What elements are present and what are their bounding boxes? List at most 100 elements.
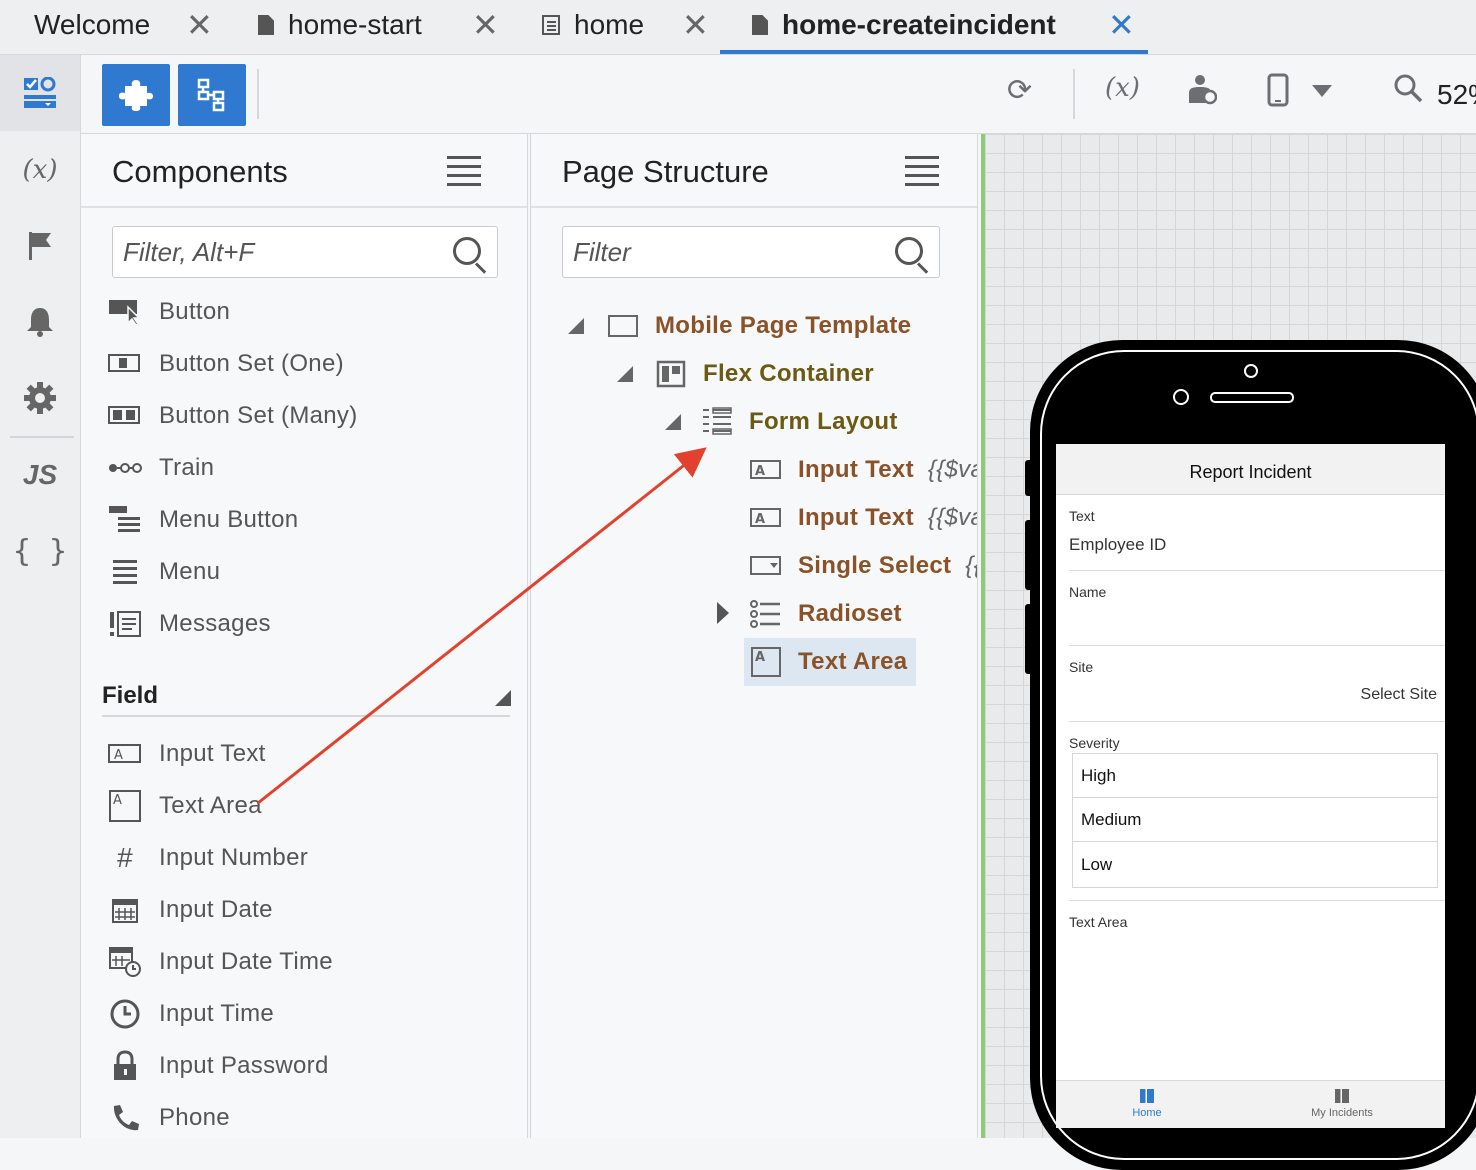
hamburger-menu-icon[interactable] [447, 156, 481, 186]
component-input-password[interactable]: Input Password [108, 1046, 329, 1086]
close-icon[interactable]: ✕ [472, 6, 499, 44]
field-label: Severity [1069, 735, 1120, 751]
rail-settings[interactable] [0, 360, 80, 436]
user-role-icon[interactable] [1187, 73, 1218, 113]
phone-speaker [1210, 392, 1294, 403]
preview-page-title: Report Incident [1056, 444, 1445, 495]
section-title-field[interactable]: Field [102, 682, 158, 710]
component-input-time[interactable]: Input Time [108, 994, 274, 1034]
zoom-search-icon[interactable] [1393, 73, 1423, 111]
tree-node-form-layout[interactable]: Form Layout [701, 400, 898, 444]
radio-option[interactable]: High [1073, 754, 1437, 798]
tab-label: home-createincident [782, 9, 1056, 40]
close-icon[interactable]: ✕ [682, 6, 709, 44]
text-input-preview[interactable]: Employee ID [1069, 535, 1166, 555]
component-menu-button[interactable]: Menu Button [108, 500, 298, 540]
mobile-device-icon[interactable] [1267, 73, 1289, 115]
tree-node-mobile-page-template[interactable]: Mobile Page Template [607, 304, 911, 348]
component-button-set-one[interactable]: Button Set (One) [108, 344, 344, 384]
zoom-level[interactable]: 52% [1437, 79, 1476, 111]
hamburger-menu-icon[interactable] [905, 156, 939, 186]
component-label: Text Area [159, 792, 262, 819]
radio-option[interactable]: Medium [1073, 798, 1437, 842]
components-toggle-button[interactable] [102, 64, 170, 126]
component-input-text[interactable]: A Input Text [108, 734, 266, 774]
component-text-area[interactable]: A Text Area [108, 786, 262, 826]
component-input-date-time[interactable]: Input Date Time [108, 942, 333, 982]
toolbar-separator [1073, 69, 1075, 119]
component-phone[interactable]: Phone [108, 1098, 230, 1138]
refresh-icon[interactable]: ⟳ [1007, 73, 1032, 108]
text-area-icon: A [750, 647, 782, 677]
tree-node-flex-container[interactable]: Flex Container [655, 352, 874, 396]
structure-toggle-button[interactable] [178, 64, 246, 126]
component-label: Input Date Time [159, 948, 333, 975]
text-area-icon: A [108, 790, 142, 822]
home-grid-icon [1140, 1089, 1154, 1103]
panel-title: Components [112, 154, 288, 189]
component-input-number[interactable]: # Input Number [108, 838, 308, 878]
svg-text:A: A [755, 650, 765, 665]
binding-expression: {{$va [927, 456, 977, 483]
preview-tab-bar: Home My Incidents [1056, 1080, 1445, 1128]
expand-triangle-icon[interactable] [617, 366, 633, 382]
tree-node-radioset[interactable]: Radioset [750, 592, 902, 636]
field-label: Text [1069, 508, 1095, 524]
site-select-preview[interactable]: Select Site [1361, 686, 1437, 704]
close-icon[interactable]: ✕ [1108, 6, 1135, 44]
field-underline [1069, 645, 1445, 646]
field-underline [1069, 900, 1445, 901]
preview-tab-home[interactable]: Home [1092, 1089, 1202, 1119]
calendar-icon [108, 895, 142, 925]
search-icon[interactable] [895, 237, 923, 265]
component-label: Menu [159, 558, 221, 585]
filter-input[interactable] [563, 227, 876, 277]
component-input-date[interactable]: Input Date [108, 890, 273, 930]
expand-triangle-icon[interactable] [717, 602, 729, 624]
tree-node-text-area[interactable]: A Text Area [750, 640, 907, 684]
rail-notifications[interactable] [0, 284, 80, 360]
structure-filter[interactable] [562, 226, 940, 278]
tab-home[interactable]: home ✕ [542, 0, 709, 50]
component-label: Button Set (One) [159, 350, 344, 377]
expand-triangle-icon[interactable] [665, 414, 681, 430]
rail-events[interactable] [0, 208, 80, 284]
tab-home-start[interactable]: home-start ✕ [258, 0, 499, 50]
components-filter[interactable] [112, 226, 498, 278]
tree-label: Radioset [798, 600, 902, 627]
tree-label: Text Area [798, 648, 908, 675]
js-icon[interactable]: JS [0, 437, 80, 513]
chevron-down-icon[interactable] [1312, 85, 1332, 97]
preview-tab-my-incidents[interactable]: My Incidents [1287, 1089, 1397, 1119]
panel-title: Page Structure [562, 154, 769, 189]
filter-input[interactable] [113, 227, 433, 277]
search-icon[interactable] [453, 237, 481, 265]
tree-label: Input Text [798, 504, 914, 531]
component-button[interactable]: Button [108, 292, 230, 332]
collapse-arrow-icon[interactable] [495, 690, 511, 706]
tree-node-input-text-2[interactable]: A Input Text {{$va [750, 496, 977, 540]
component-button-set-many[interactable]: Button Set (Many) [108, 396, 358, 436]
tree-node-single-select[interactable]: Single Select {{ [750, 544, 977, 588]
radio-option[interactable]: Low [1073, 843, 1437, 887]
tree-label: Flex Container [703, 360, 874, 387]
component-label: Button [159, 298, 231, 325]
json-icon[interactable]: { } [0, 513, 80, 589]
variables-icon[interactable]: (𝑥) [0, 132, 80, 208]
button-icon [108, 297, 142, 327]
svg-text:A: A [113, 793, 122, 808]
rail-designer[interactable] [0, 55, 80, 131]
component-train[interactable]: Train [108, 448, 214, 488]
calendar-clock-icon [108, 947, 142, 977]
tree-node-input-text-1[interactable]: A Input Text {{$va [750, 448, 977, 492]
variable-settings-icon[interactable]: (𝑥) [1105, 73, 1140, 103]
tab-label: home-start [288, 9, 422, 40]
tab-home-createincident[interactable]: home-createincident ✕ [752, 0, 1135, 50]
tab-welcome[interactable]: Welcome ✕ [34, 0, 213, 50]
component-messages[interactable]: Messages [108, 604, 271, 644]
tab-label: Welcome [34, 9, 151, 40]
close-icon[interactable]: ✕ [186, 6, 213, 44]
expand-triangle-icon[interactable] [568, 318, 584, 334]
component-label: Input Number [159, 844, 309, 871]
component-menu[interactable]: Menu [108, 552, 220, 592]
